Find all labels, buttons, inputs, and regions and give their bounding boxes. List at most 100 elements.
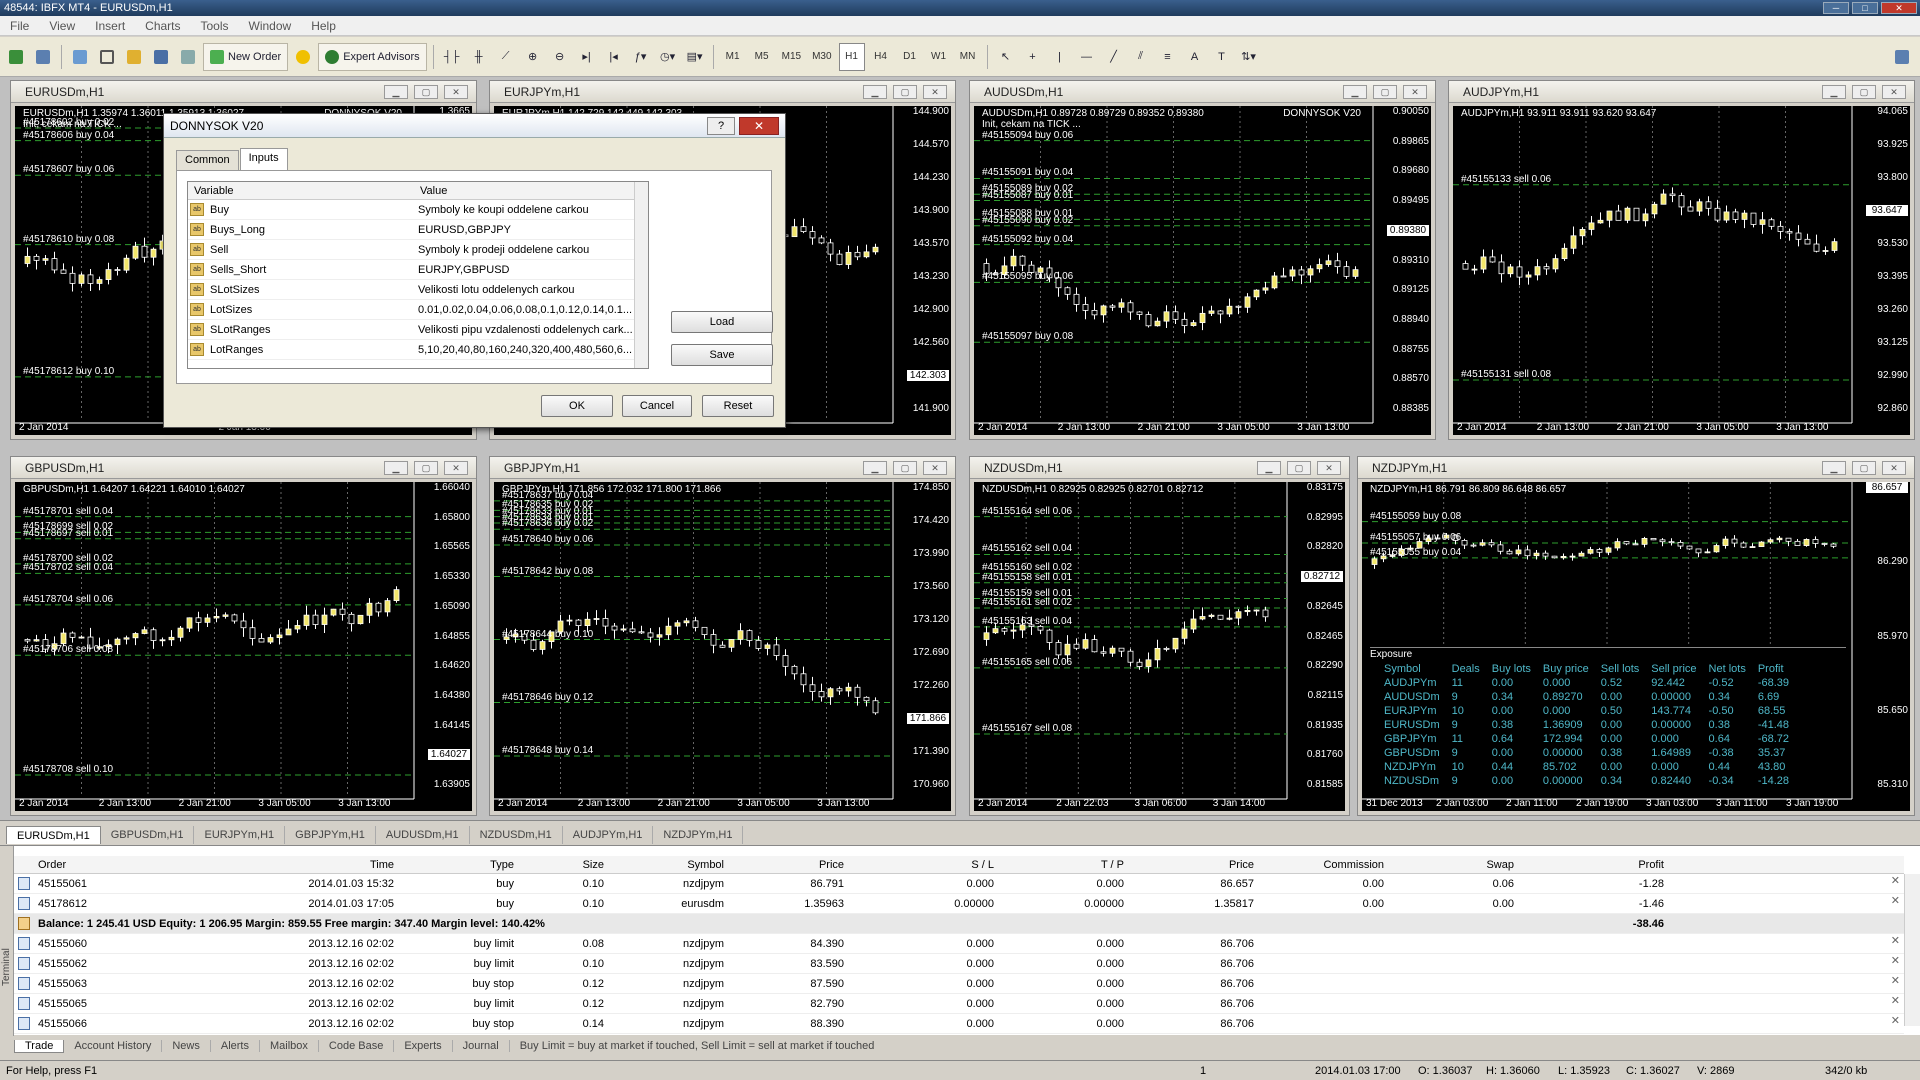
ok-button[interactable]: OK <box>541 395 613 417</box>
column-header[interactable]: S / L <box>884 856 994 874</box>
close-order-icon[interactable]: ✕ <box>1891 934 1900 947</box>
close-order-icon[interactable]: ✕ <box>1891 974 1900 987</box>
chart-tab[interactable]: EURJPYm,H1 <box>194 826 286 844</box>
price-chart[interactable]: GBPUSDm,H1 1.64207 1.64221 1.64010 1.640… <box>15 482 472 811</box>
chart-window[interactable]: AUDJPYm,H1 ▁ ▢ ✕ AUDJPYm,H1 93.911 93.911 93… <box>1448 80 1915 440</box>
chart-window-titlebar[interactable]: GBPJPYm,H1 ▁ ▢ ✕ <box>490 457 955 479</box>
chart-window-titlebar[interactable]: AUDJPYm,H1 ▁ ▢ ✕ <box>1449 81 1914 103</box>
chart-tab[interactable]: AUDUSDm,H1 <box>376 826 470 844</box>
price-chart[interactable]: GBPJPYm,H1 171.856 172.032 171.800 171.8… <box>494 482 951 811</box>
chart-window-titlebar[interactable]: NZDJPYm,H1 ▁ ▢ ✕ <box>1358 457 1914 479</box>
tf-h1-button[interactable]: H1 <box>838 42 865 71</box>
chart-maximize-button[interactable]: ▢ <box>414 84 438 99</box>
chart-maximize-button[interactable]: ▢ <box>893 460 917 475</box>
minimize-button[interactable]: ─ <box>1823 2 1849 14</box>
chart-minimize-button[interactable]: ▁ <box>1257 460 1281 475</box>
input-value[interactable]: EURUSD,GBPJPY <box>414 224 648 236</box>
input-row[interactable]: ab Buy Symboly ke koupi oddelene carkou <box>188 200 648 220</box>
crosshair-button[interactable]: + <box>1021 43 1045 71</box>
close-order-icon[interactable]: ✕ <box>1891 994 1900 1007</box>
chart-tab[interactable]: AUDJPYm,H1 <box>563 826 654 844</box>
input-value[interactable]: Symboly k prodeji oddelene carkou <box>414 244 648 256</box>
chart-window[interactable]: GBPUSDm,H1 ▁ ▢ ✕ GBPUSDm,H1 1.64207 1.64221 … <box>10 456 477 816</box>
tf-m30-button[interactable]: M30 <box>808 43 835 71</box>
chart-window[interactable]: GBPJPYm,H1 ▁ ▢ ✕ GBPJPYm,H1 171.856 172.032 … <box>489 456 956 816</box>
chart-window-titlebar[interactable]: EURUSDm,H1 ▁ ▢ ✕ <box>11 81 476 103</box>
periods-button[interactable]: ◷▾ <box>656 43 680 71</box>
tf-d1-button[interactable]: D1 <box>897 43 923 71</box>
input-row[interactable]: ab Sell Symboly k prodeji oddelene carkou <box>188 240 648 260</box>
trade-row[interactable]: 45155062 2013.12.16 02:02 buy limit 0.10 nzd… <box>14 954 1904 974</box>
input-value[interactable]: Velikosti pipu vzdalenosti oddelenych ca… <box>414 324 648 336</box>
column-header[interactable]: Type <box>414 856 514 874</box>
column-header[interactable]: Commission <box>1274 856 1384 874</box>
strategy-tester-button[interactable] <box>176 43 200 71</box>
menu-tools[interactable]: Tools <box>191 19 239 33</box>
expert-advisors-button[interactable]: Expert Advisors <box>318 42 427 71</box>
chart-tab[interactable]: GBPJPYm,H1 <box>285 826 376 844</box>
fibonacci-button[interactable]: ≡ <box>1156 43 1180 71</box>
chart-maximize-button[interactable]: ▢ <box>893 84 917 99</box>
close-order-icon[interactable]: ✕ <box>1891 954 1900 967</box>
input-value[interactable]: Symboly ke koupi oddelene carkou <box>414 204 648 216</box>
chart-window-titlebar[interactable]: GBPUSDm,H1 ▁ ▢ ✕ <box>11 457 476 479</box>
menu-help[interactable]: Help <box>301 19 346 33</box>
trendline-button[interactable]: ╱ <box>1102 43 1126 71</box>
chart-minimize-button[interactable]: ▁ <box>863 460 887 475</box>
help-button[interactable]: ? <box>707 116 735 135</box>
data-window-button[interactable] <box>95 43 119 71</box>
price-chart[interactable]: AUDJPYm,H1 93.911 93.911 93.620 93.647 #4… <box>1453 106 1910 435</box>
chart-window-titlebar[interactable]: AUDUSDm,H1 ▁ ▢ ✕ <box>970 81 1435 103</box>
zoom-out-button[interactable]: ⊖ <box>548 43 572 71</box>
terminal-tab[interactable]: News <box>162 1040 211 1052</box>
column-header[interactable]: Size <box>544 856 604 874</box>
chart-close-button[interactable]: ✕ <box>923 460 947 475</box>
horizontal-line-button[interactable]: — <box>1075 43 1099 71</box>
terminal-tab[interactable]: Experts <box>394 1040 453 1052</box>
chart-tab[interactable]: EURUSDm,H1 <box>6 826 101 844</box>
price-chart[interactable]: NZDJPYm,H1 86.791 86.809 86.648 86.657 #4… <box>1362 482 1910 811</box>
chart-minimize-button[interactable]: ▁ <box>1343 84 1367 99</box>
cursor-button[interactable]: ↖ <box>994 43 1018 71</box>
tf-m5-button[interactable]: M5 <box>749 43 775 71</box>
chart-minimize-button[interactable]: ▁ <box>1822 84 1846 99</box>
new-chart-button[interactable] <box>4 43 28 71</box>
chart-maximize-button[interactable]: ▢ <box>1373 84 1397 99</box>
load-button[interactable]: Load <box>671 311 773 333</box>
terminal-tab[interactable]: Mailbox <box>260 1040 319 1052</box>
indicators-button[interactable]: ƒ▾ <box>629 43 653 71</box>
column-header[interactable]: Price <box>1144 856 1254 874</box>
menu-insert[interactable]: Insert <box>85 19 135 33</box>
input-row[interactable]: ab LotSizes 0.01,0.02,0.04,0.06,0.08,0.1,0… <box>188 300 648 320</box>
chart-minimize-button[interactable]: ▁ <box>384 460 408 475</box>
terminal-tab[interactable]: Trade <box>14 1039 65 1053</box>
chart-tab[interactable]: GBPUSDm,H1 <box>101 826 195 844</box>
chart-close-button[interactable]: ✕ <box>923 84 947 99</box>
trade-row[interactable]: 45155063 2013.12.16 02:02 buy stop 0.12 nzdj… <box>14 974 1904 994</box>
tf-m15-button[interactable]: M15 <box>778 43 805 71</box>
chart-maximize-button[interactable]: ▢ <box>1287 460 1311 475</box>
tf-m1-button[interactable]: M1 <box>720 43 746 71</box>
terminal-button[interactable] <box>149 43 173 71</box>
column-header[interactable]: Swap <box>1414 856 1514 874</box>
metaeditor-button[interactable] <box>291 43 315 71</box>
price-chart[interactable]: NZDUSDm,H1 0.82925 0.82925 0.82701 0.827… <box>974 482 1345 811</box>
chart-maximize-button[interactable]: ▢ <box>1852 84 1876 99</box>
chart-maximize-button[interactable]: ▢ <box>414 460 438 475</box>
input-row[interactable]: ab SLotSizes Velikosti lotu oddelenych car… <box>188 280 648 300</box>
terminal-tab[interactable]: Code Base <box>319 1040 395 1052</box>
column-header[interactable]: Time <box>164 856 394 874</box>
menu-charts[interactable]: Charts <box>135 19 190 33</box>
input-row[interactable]: ab SLotRanges Velikosti pipu vzdalenosti o… <box>188 320 648 340</box>
tf-w1-button[interactable]: W1 <box>926 43 952 71</box>
input-row[interactable]: ab Buys_Long EURUSD,GBPJPY <box>188 220 648 240</box>
input-row[interactable]: ab Sells_Short EURJPY,GBPUSD <box>188 260 648 280</box>
terminal-tab[interactable]: Alerts <box>211 1040 260 1052</box>
trade-row[interactable]: 45155060 2013.12.16 02:02 buy limit 0.08 nzd… <box>14 934 1904 954</box>
column-header[interactable]: T / P <box>1014 856 1124 874</box>
column-header[interactable]: Profit <box>1544 856 1664 874</box>
zoom-in-button[interactable]: ⊕ <box>521 43 545 71</box>
menu-file[interactable]: File <box>0 19 39 33</box>
trade-row[interactable]: 45155065 2013.12.16 02:02 buy limit 0.12 nzd… <box>14 994 1904 1014</box>
terminal-tab[interactable]: Account History <box>64 1040 163 1052</box>
